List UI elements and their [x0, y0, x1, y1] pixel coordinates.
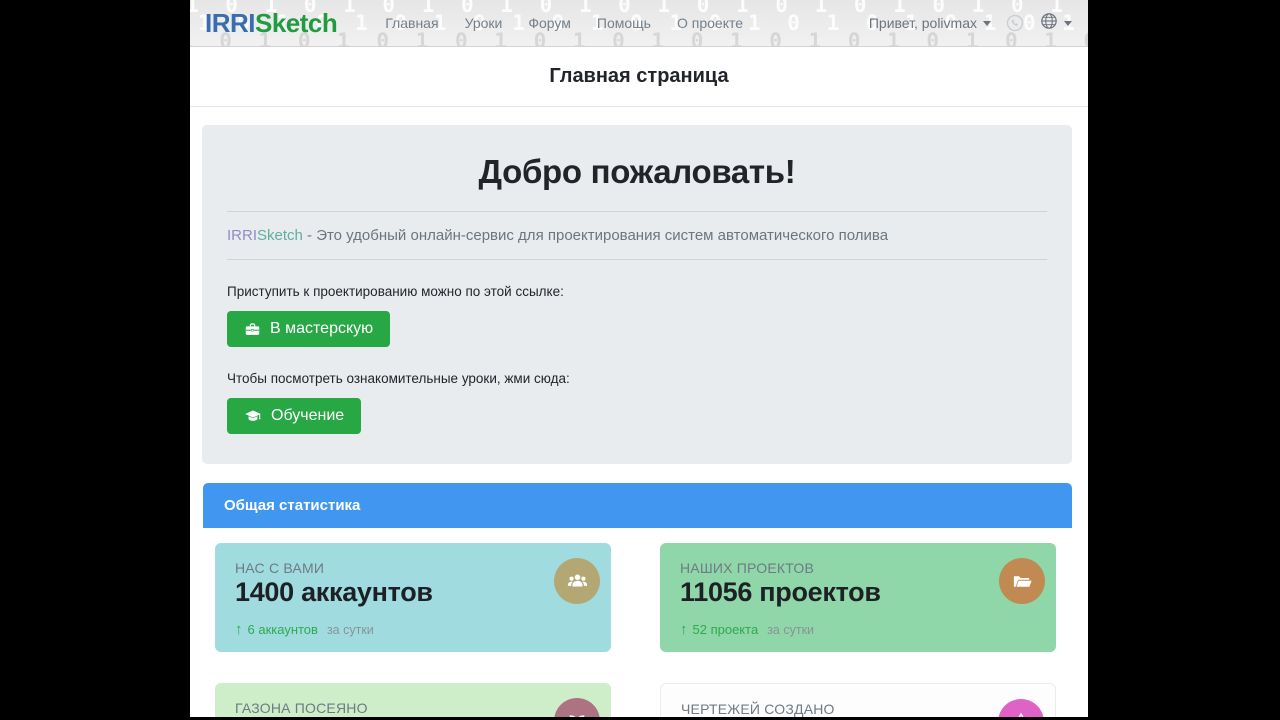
- caret-down-icon: [983, 20, 991, 26]
- main-nav: Главная Уроки Форум Помощь О проекте: [359, 15, 743, 31]
- nav-link-forum[interactable]: Форум: [528, 15, 571, 31]
- user-greeting-label: Привет, polivmax: [868, 15, 977, 31]
- stats-panel-body: НАС С ВАМИ 1400 аккаунтов ↑ 6 аккаунтов …: [203, 528, 1072, 720]
- main-content: Добро пожаловать! IRRISketch - Это удобн…: [190, 125, 1088, 720]
- stat-label: ЧЕРТЕЖЕЙ СОЗДАНО: [681, 701, 835, 717]
- page-title-band: Главная страница: [190, 47, 1088, 107]
- page-title: Главная страница: [549, 65, 729, 87]
- stat-delta-value: 6 аккаунтов: [247, 622, 318, 637]
- navbar-right: Привет, polivmax: [869, 11, 1072, 36]
- graduation-cap-icon: [244, 408, 262, 425]
- logo-part-sketch: Sketch: [255, 7, 338, 38]
- stats-panel-header: Общая статистика: [203, 483, 1072, 528]
- stat-card-lawn: ГАЗОНА ПОСЕЯНО 4940875 м2: [215, 683, 611, 720]
- user-menu[interactable]: Привет, polivmax: [869, 15, 991, 31]
- language-globe-menu[interactable]: [1039, 11, 1072, 36]
- users-icon: [554, 558, 600, 604]
- stat-value: 11056 проектов: [680, 577, 881, 607]
- stat-card-drawings: ЧЕРТЕЖЕЙ СОЗДАНО 10905 чертежей: [660, 683, 1056, 720]
- stat-delta-suffix: за сутки: [767, 623, 815, 637]
- stat-value: 1400 аккаунтов: [235, 577, 433, 607]
- stats-grid: НАС С ВАМИ 1400 аккаунтов ↑ 6 аккаунтов …: [215, 543, 1060, 720]
- lead-text: - Это удобный онлайн-сервис для проектир…: [302, 227, 889, 244]
- up-arrow-icon: ↑: [680, 621, 688, 638]
- folder-open-icon: [999, 558, 1045, 604]
- logo[interactable]: IRRISketch: [205, 7, 338, 39]
- stat-label: ГАЗОНА ПОСЕЯНО: [235, 700, 368, 716]
- divider: [227, 211, 1047, 212]
- lessons-prompt: Чтобы посмотреть ознакомительные уроки, …: [227, 371, 570, 386]
- welcome-lead: IRRISketch - Это удобный онлайн-сервис д…: [227, 227, 1047, 244]
- lessons-button[interactable]: Обучение: [227, 398, 362, 434]
- brand-part-irri: IRRI: [227, 227, 257, 244]
- nav-link-lessons[interactable]: Уроки: [465, 15, 503, 31]
- workshop-button[interactable]: В мастерскую: [227, 311, 391, 347]
- navbar-inner: IRRISketch Главная Уроки Форум Помощь О …: [190, 0, 1088, 46]
- nav-link-home[interactable]: Главная: [385, 15, 438, 31]
- stats-panel: Общая статистика НАС С ВАМИ 1400 аккаунт…: [203, 483, 1072, 720]
- stat-delta: ↑ 52 проекта за сутки: [680, 621, 1036, 638]
- lessons-button-label: Обучение: [271, 407, 345, 424]
- divider: [227, 259, 1047, 260]
- stat-delta: ↑ 6 аккаунтов за сутки: [235, 621, 591, 638]
- briefcase-icon: [244, 321, 261, 338]
- welcome-heading: Добро пожаловать!: [478, 153, 796, 190]
- page-root: 1 0 1 0 1 0 1 0 1 0 1 0 1 0 1 0 1 0 1 0 …: [190, 0, 1088, 720]
- caret-down-icon: [1064, 20, 1072, 26]
- globe-icon: [1039, 11, 1059, 36]
- welcome-panel: Добро пожаловать! IRRISketch - Это удобн…: [202, 125, 1072, 464]
- stat-delta-suffix: за сутки: [326, 623, 374, 637]
- workshop-button-label: В мастерскую: [270, 320, 374, 337]
- stat-delta-value: 52 проекта: [692, 622, 759, 637]
- whatsapp-icon[interactable]: [1005, 13, 1025, 33]
- stat-label: НАС С ВАМИ: [235, 560, 325, 576]
- nav-link-about[interactable]: О проекте: [677, 15, 743, 31]
- stat-card-accounts: НАС С ВАМИ 1400 аккаунтов ↑ 6 аккаунтов …: [215, 543, 611, 652]
- nav-link-help[interactable]: Помощь: [597, 15, 651, 31]
- stat-card-projects: НАШИХ ПРОЕКТОВ 11056 проектов ↑ 52 проек…: [660, 543, 1056, 652]
- logo-part-irri: IRRI: [205, 7, 256, 38]
- brand-part-sketch: Sketch: [257, 227, 303, 244]
- navbar: 1 0 1 0 1 0 1 0 1 0 1 0 1 0 1 0 1 0 1 0 …: [190, 0, 1088, 47]
- up-arrow-icon: ↑: [235, 621, 243, 638]
- stat-label: НАШИХ ПРОЕКТОВ: [680, 560, 814, 576]
- workshop-prompt: Приступить к проектированию можно по это…: [227, 284, 564, 299]
